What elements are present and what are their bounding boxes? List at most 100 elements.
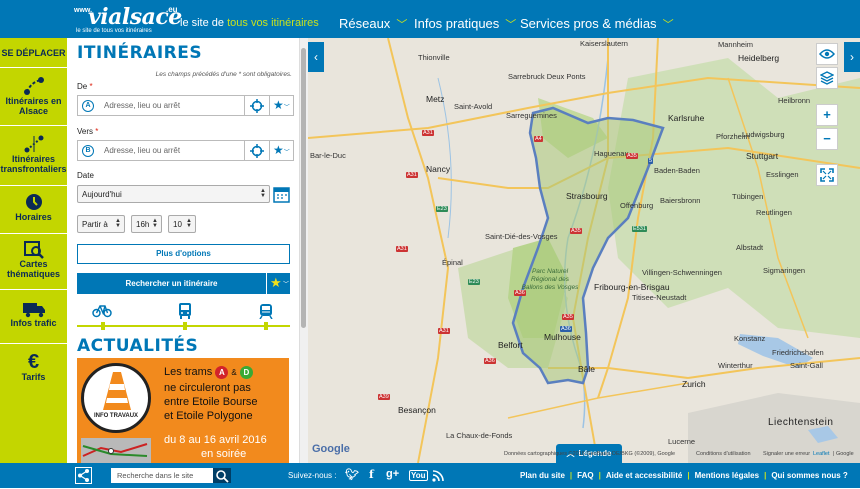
nav-services-label: Services pros & médias bbox=[520, 16, 657, 31]
city-label: Winterthur bbox=[718, 361, 753, 370]
map-view[interactable]: ‹ › + − Kaiserslautern Heidelberg Thionv… bbox=[308, 38, 860, 463]
select-arrows-icon: ▲ ▼ bbox=[152, 218, 158, 229]
city-label: Sarrebruck Deux Ponts bbox=[508, 72, 586, 81]
favorite-itinerary-button[interactable]: ★ ﹀ bbox=[266, 273, 290, 294]
bus-icon[interactable] bbox=[178, 302, 192, 319]
locate-me-icon[interactable] bbox=[250, 144, 264, 158]
nav-reseaux-label: Réseaux bbox=[339, 16, 391, 31]
sidebar-item-infos-trafic[interactable]: Infos trafic bbox=[0, 290, 67, 344]
collapse-panel-button[interactable]: ‹ bbox=[308, 42, 324, 72]
fullscreen-button[interactable] bbox=[816, 164, 838, 186]
site-search-button[interactable] bbox=[213, 468, 231, 483]
sidebar-item-tarifs[interactable]: € Tarifs bbox=[0, 344, 67, 394]
mode-tick bbox=[264, 322, 268, 330]
report-error-link[interactable]: Signaler une erreur bbox=[763, 451, 810, 457]
terms-link[interactable]: Conditions d'utilisation bbox=[696, 451, 751, 457]
eye-icon bbox=[819, 49, 835, 59]
sidebar-item-label: Horaires bbox=[15, 212, 52, 222]
sidebar-item-cartes[interactable]: Cartes thématiques bbox=[0, 234, 67, 290]
share-button[interactable] bbox=[75, 467, 92, 484]
road-shield: A36 bbox=[514, 290, 526, 296]
sidebar-item-itineraires-alsace[interactable]: Itinéraires en Alsace bbox=[0, 68, 67, 126]
nav-services-pros[interactable]: Services pros & médias ﹀ bbox=[520, 16, 674, 32]
zoom-in-button[interactable]: + bbox=[816, 104, 838, 126]
footer-link-qui[interactable]: Qui sommes nous ? bbox=[771, 471, 847, 480]
mode-tick bbox=[183, 322, 187, 330]
city-label: Sarreguemines bbox=[506, 111, 557, 120]
chevron-down-icon: ﹀ bbox=[396, 19, 408, 31]
search-itinerary-button[interactable]: Rechercher un itinéraire bbox=[77, 273, 266, 294]
road-shield: 5 bbox=[648, 158, 654, 164]
leaflet-link[interactable]: Leaflet bbox=[813, 451, 830, 457]
nav-infos-pratiques[interactable]: Infos pratiques ﹀ bbox=[414, 16, 516, 32]
cross-border-route-icon bbox=[24, 135, 43, 153]
footer-links: Plan du site | FAQ | Aide et accessibilité | M… bbox=[520, 471, 848, 480]
facebook-icon[interactable]: f bbox=[369, 468, 374, 481]
city-label: Zurich bbox=[682, 379, 706, 389]
separator: | bbox=[569, 471, 573, 480]
city-label: Mannheim bbox=[718, 40, 754, 49]
more-options-button[interactable]: Plus d'options bbox=[77, 244, 290, 264]
city-label: Reutlingen bbox=[756, 208, 792, 217]
panel-scrollbar-thumb[interactable] bbox=[301, 48, 306, 328]
footer-link-mentions[interactable]: Mentions légales bbox=[695, 471, 759, 480]
hour-value: 16h bbox=[136, 220, 150, 229]
hour-select[interactable]: 16h ▲ ▼ bbox=[131, 215, 162, 233]
google-plus-icon[interactable]: g+ bbox=[386, 468, 399, 480]
destination-marker-icon: B bbox=[82, 145, 94, 157]
site-logo[interactable]: www. vialsace .eu le site de tous vos it… bbox=[74, 4, 182, 34]
city-label: Konstanz bbox=[734, 334, 766, 343]
footer-link-aide[interactable]: Aide et accessibilité bbox=[606, 471, 682, 480]
city-label: Esslingen bbox=[766, 170, 799, 179]
youtube-icon[interactable]: You bbox=[409, 470, 428, 481]
news-banner[interactable]: INFO TRAVAUX Les trams A & D ne circuler… bbox=[77, 358, 289, 463]
origin-marker-icon: A bbox=[82, 100, 94, 112]
twitter-icon[interactable]: 🐦︎ bbox=[345, 468, 359, 481]
city-label: Baden-Baden bbox=[654, 166, 700, 175]
expand-panel-button[interactable]: › bbox=[844, 42, 860, 72]
zoom-out-button[interactable]: − bbox=[816, 128, 838, 150]
favorites-star-icon[interactable]: ★﹀ bbox=[273, 98, 290, 112]
sign-text: INFO TRAVAUX bbox=[93, 413, 139, 419]
city-label: Saint-Gall bbox=[790, 361, 823, 370]
date-select[interactable]: Aujourd'hui ▲ ▼ bbox=[77, 185, 270, 203]
to-field[interactable]: B Adresse, lieu ou arrêt ★﹀ bbox=[77, 140, 294, 161]
tagline: le site de tous vos itinéraires bbox=[180, 17, 319, 29]
sidebar-item-label: Tarifs bbox=[21, 372, 46, 382]
rss-icon[interactable] bbox=[432, 470, 444, 482]
depart-mode-select[interactable]: Partir à ▲ ▼ bbox=[77, 215, 125, 233]
footer-link-plan[interactable]: Plan du site bbox=[520, 471, 565, 480]
google-logo: Google bbox=[312, 443, 350, 455]
chevron-down-icon: ﹀ bbox=[662, 19, 674, 31]
itinerary-panel: ITINÉRAIRES Les champs précédés d'une * … bbox=[67, 38, 307, 463]
minute-select[interactable]: 10 ▲ ▼ bbox=[168, 215, 196, 233]
divider bbox=[244, 96, 245, 115]
city-label: Heidelberg bbox=[738, 53, 780, 63]
from-field[interactable]: A Adresse, lieu ou arrêt ★﹀ bbox=[77, 95, 294, 116]
divider bbox=[269, 96, 270, 115]
share-icon bbox=[78, 469, 89, 482]
sidebar-item-transfrontaliers[interactable]: Itinéraires transfrontaliers bbox=[0, 126, 67, 186]
city-label: Stuttgart bbox=[746, 151, 779, 161]
city-label: Tübingen bbox=[732, 192, 764, 201]
locate-me-icon[interactable] bbox=[250, 99, 264, 113]
site-search-input[interactable]: Recherche dans le site bbox=[111, 468, 213, 483]
news-headline-2: ne circuleront pas bbox=[164, 382, 251, 394]
minute-value: 10 bbox=[173, 220, 182, 229]
calendar-icon[interactable] bbox=[273, 185, 290, 203]
sidebar-item-horaires[interactable]: Horaires bbox=[0, 186, 67, 234]
tram-line-a-badge: A bbox=[215, 366, 229, 379]
city-label: Saint-Avold bbox=[454, 102, 493, 111]
tram-icon[interactable] bbox=[259, 302, 273, 319]
bike-icon[interactable] bbox=[92, 302, 112, 318]
city-label: Épinal bbox=[442, 258, 463, 267]
footer-link-faq[interactable]: FAQ bbox=[577, 471, 593, 480]
required-mark: * bbox=[89, 82, 93, 91]
view-toggle-button[interactable] bbox=[816, 43, 838, 65]
tiles-credit: | Google bbox=[833, 451, 854, 457]
favorites-star-icon[interactable]: ★﹀ bbox=[273, 143, 290, 157]
city-label: Metz bbox=[426, 94, 445, 104]
nav-reseaux[interactable]: Réseaux ﹀ bbox=[339, 16, 407, 32]
layers-button[interactable] bbox=[816, 67, 838, 89]
tram-lines-icon bbox=[82, 443, 148, 457]
